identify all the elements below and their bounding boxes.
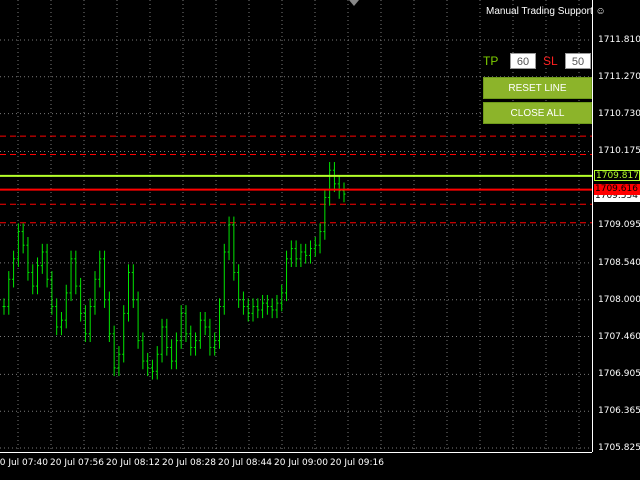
price-tick-label: 1706.905 bbox=[598, 369, 640, 380]
price-tick-label: 1711.810 bbox=[598, 35, 640, 45]
close-all-button[interactable]: CLOSE ALL bbox=[483, 102, 592, 124]
time-tick-label: 20 Jul 08:44 bbox=[218, 458, 272, 468]
time-tick-label: 20 Jul 09:16 bbox=[330, 458, 384, 468]
tp-price-tag: 1709.817 bbox=[594, 170, 640, 182]
price-tick-label: 1708.540 bbox=[598, 257, 640, 268]
smiley-icon: ☺ bbox=[595, 6, 606, 17]
time-tick-label: 20 Jul 08:28 bbox=[162, 458, 216, 468]
time-tick-label: 20 Jul 09:00 bbox=[274, 458, 328, 468]
time-tick-label: 20 Jul 07:40 bbox=[0, 458, 48, 468]
price-tick-label: 1710.175 bbox=[598, 146, 640, 157]
reset-line-button[interactable]: RESET LINE bbox=[483, 77, 592, 99]
price-tick-label: 1710.730 bbox=[598, 108, 640, 119]
price-axis: 1711.810 1711.270 1710.730 1710.175 1709.095… bbox=[592, 0, 640, 453]
time-tick-label: 20 Jul 08:12 bbox=[106, 458, 160, 468]
price-tick-label: 1705.825 bbox=[598, 443, 640, 453]
time-tick-label: 20 Jul 07:56 bbox=[50, 458, 104, 468]
sl-label: SL bbox=[543, 54, 558, 68]
time-axis: 20 Jul 07:4020 Jul 07:5620 Jul 08:1220 J… bbox=[0, 452, 592, 480]
price-tick-label: 1709.095 bbox=[598, 220, 640, 231]
price-tick-label: 1711.270 bbox=[598, 71, 640, 82]
price-tick-label: 1707.460 bbox=[598, 331, 640, 342]
entry-price-tag: 1709.616 bbox=[594, 184, 640, 196]
panel-title: Manual Trading Support ☺ bbox=[486, 6, 606, 17]
tp-input[interactable]: 60 bbox=[510, 53, 536, 69]
price-tick-label: 1708.000 bbox=[598, 294, 640, 305]
price-tick-label: 1706.365 bbox=[598, 406, 640, 417]
tp-label: TP bbox=[483, 54, 499, 68]
price-chart[interactable] bbox=[0, 0, 592, 452]
sl-input[interactable]: 50 bbox=[565, 53, 591, 69]
